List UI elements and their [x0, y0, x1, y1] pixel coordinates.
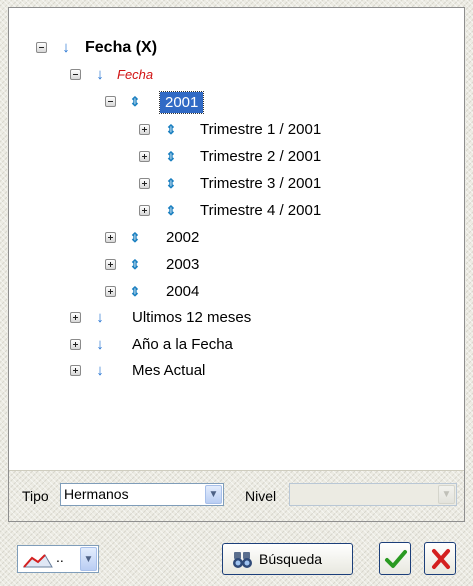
tree-node-label: Trimestre 3 / 2001 [200, 175, 322, 192]
chevron-down-icon[interactable]: ▼ [80, 547, 97, 571]
minus-box-icon[interactable] [70, 69, 81, 80]
ok-button[interactable] [379, 542, 411, 575]
tipo-select[interactable]: Hermanos ▼ [60, 483, 224, 506]
tree-node-label: Mes Actual [132, 362, 206, 379]
arrow-updown-icon: ⇕ [129, 284, 141, 299]
search-button[interactable]: Búsqueda [222, 543, 353, 575]
x-icon [432, 549, 450, 569]
arrow-updown-icon: ⇕ [165, 122, 177, 137]
dimension-tree: ↓ Fecha (X) ↓ Fecha ⇕ 2001 ⇕ Trimestre 1… [9, 8, 464, 472]
tree-node-label: Ultimos 12 meses [132, 309, 252, 326]
arrow-down-icon: ↓ [96, 66, 104, 83]
arrow-down-icon: ↓ [62, 39, 70, 56]
plus-box-icon[interactable] [139, 124, 150, 135]
tipo-label: Tipo [22, 488, 49, 504]
arrow-updown-icon: ⇕ [165, 149, 177, 164]
filter-bar: Tipo Hermanos ▼ Nivel ▼ [9, 470, 464, 521]
tree-node-label: 2004 [166, 283, 200, 300]
check-icon [385, 550, 407, 568]
minus-box-icon[interactable] [36, 42, 47, 53]
nivel-select[interactable]: ▼ [289, 483, 457, 506]
plus-box-icon[interactable] [105, 259, 116, 270]
plus-box-icon[interactable] [139, 205, 150, 216]
tree-node-label: 2003 [166, 256, 200, 273]
plus-box-icon[interactable] [70, 312, 81, 323]
plus-box-icon[interactable] [105, 286, 116, 297]
plus-box-icon[interactable] [70, 339, 81, 350]
search-button-label: Búsqueda [259, 551, 323, 567]
plus-box-icon[interactable] [70, 365, 81, 376]
plus-box-icon[interactable] [139, 178, 150, 189]
arrow-updown-icon: ⇕ [165, 203, 177, 218]
tree-node-label: 2002 [166, 229, 200, 246]
chart-type-select[interactable]: .. ▼ [17, 545, 99, 573]
dimension-panel: ↓ Fecha (X) ↓ Fecha ⇕ 2001 ⇕ Trimestre 1… [8, 7, 465, 522]
tree-node-label: Año a la Fecha [132, 336, 233, 353]
chevron-down-icon[interactable]: ▼ [438, 485, 455, 504]
arrow-down-icon: ↓ [96, 336, 104, 353]
arrow-down-icon: ↓ [96, 362, 104, 379]
chevron-down-icon[interactable]: ▼ [205, 485, 222, 504]
tree-node-label: Trimestre 4 / 2001 [200, 202, 322, 219]
arrow-updown-icon: ⇕ [129, 257, 141, 272]
minus-box-icon[interactable] [105, 96, 116, 107]
binoculars-icon [233, 552, 252, 568]
tree-node-label: 2001 [158, 91, 205, 114]
arrow-updown-icon: ⇕ [165, 176, 177, 191]
plus-box-icon[interactable] [105, 232, 116, 243]
tree-node-label: Fecha [117, 67, 154, 82]
arrow-down-icon: ↓ [96, 309, 104, 326]
plus-box-icon[interactable] [139, 151, 150, 162]
bottom-toolbar: .. ▼ Búsqueda [0, 531, 473, 586]
arrow-updown-icon: ⇕ [129, 94, 141, 109]
chart-icon [23, 554, 53, 568]
arrow-updown-icon: ⇕ [129, 230, 141, 245]
chart-type-ellipsis: .. [56, 549, 64, 565]
tree-node-label: Trimestre 2 / 2001 [200, 148, 322, 165]
cancel-button[interactable] [424, 542, 456, 575]
tipo-select-value: Hermanos [64, 486, 129, 502]
nivel-label: Nivel [245, 488, 277, 504]
tree-node-label: Fecha (X) [85, 39, 158, 56]
tree-node-label: Trimestre 1 / 2001 [200, 121, 322, 138]
